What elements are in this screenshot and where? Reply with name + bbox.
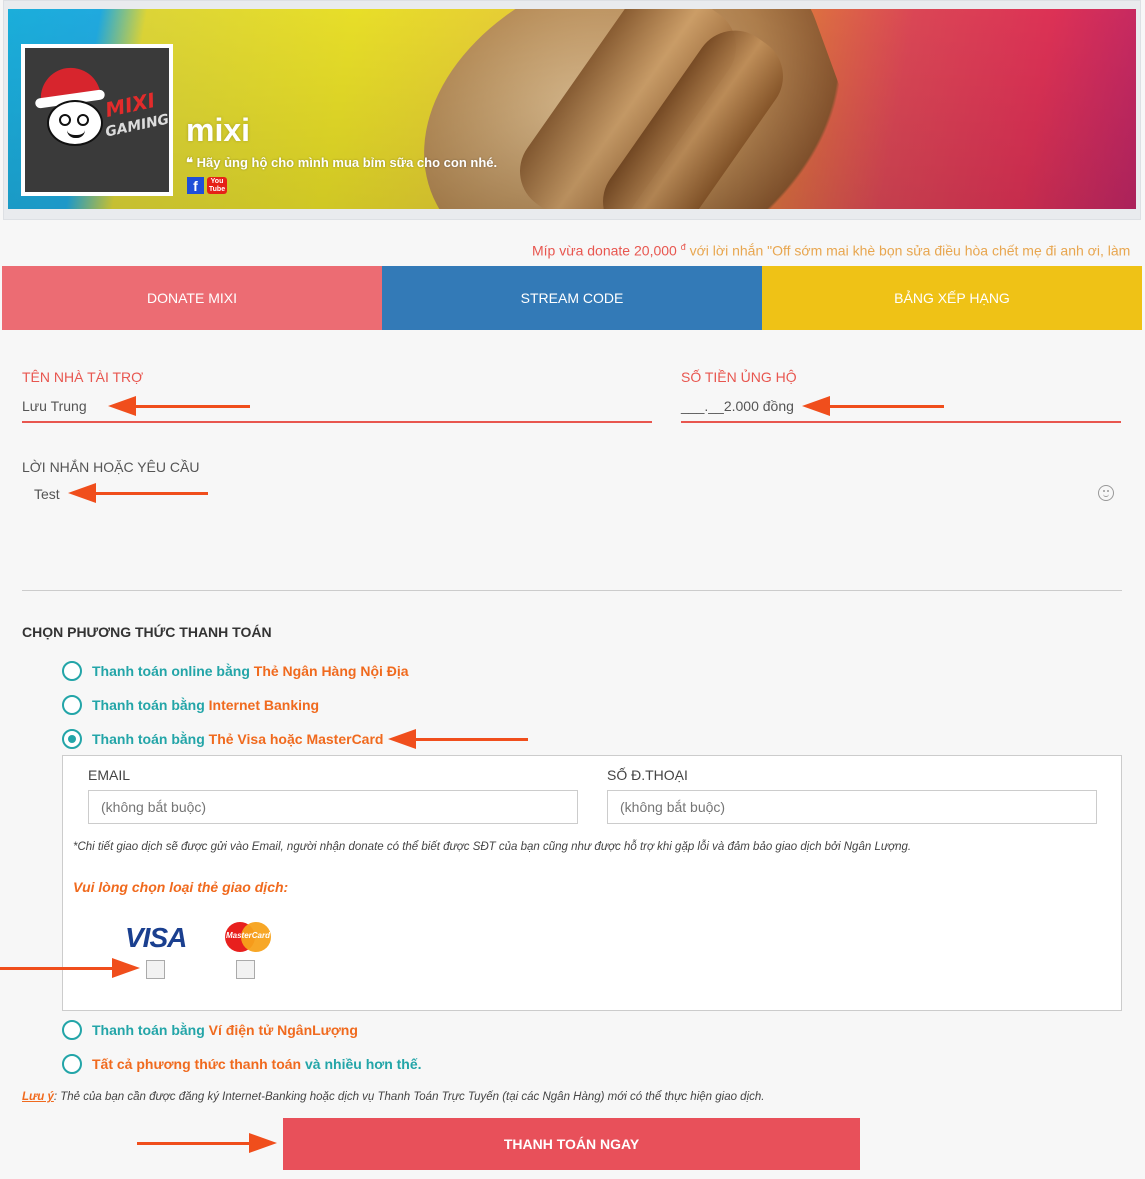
visa-checkbox[interactable] [146, 960, 165, 979]
radio-icon[interactable] [62, 661, 82, 681]
sponsor-underline [22, 421, 652, 423]
amount-label: SỐ TIỀN ỦNG HỘ [681, 369, 797, 385]
card-details-panel: EMAIL SỐ Đ.THOẠI *Chi tiết giao dịch sẽ … [62, 755, 1122, 1011]
profile-header [3, 0, 1141, 220]
card-type-prompt: Vui lòng chọn loại thẻ giao dịch: [73, 879, 289, 895]
radio-icon[interactable] [62, 695, 82, 715]
annotation-arrow-icon [68, 483, 208, 503]
avatar: MIXI GAMING [21, 44, 173, 196]
annotation-arrow-icon [108, 396, 250, 416]
payment-option-visa-mastercard[interactable]: Thanh toán bằng Thẻ Visa hoặc MasterCard [62, 729, 383, 749]
main-tabs: DONATE MIXI STREAM CODE BẢNG XẾP HẠNG [2, 266, 1142, 330]
sponsor-label: TÊN NHÀ TÀI TRỢ [22, 369, 144, 385]
amount-input[interactable]: ___.__2.000 đồng [681, 398, 794, 414]
email-field[interactable] [88, 790, 578, 824]
radio-icon[interactable] [62, 1020, 82, 1040]
annotation-arrow-icon [802, 396, 944, 416]
payment-note: Lưu ý: Thẻ của bạn cần được đăng ký Inte… [22, 1091, 765, 1103]
radio-icon[interactable] [62, 1054, 82, 1074]
payment-option-internet-banking[interactable]: Thanh toán bằng Internet Banking [62, 695, 319, 715]
ticker-name: Míp vừa donate [532, 242, 631, 259]
email-label: EMAIL [88, 767, 131, 783]
face-icon [47, 100, 103, 146]
youtube-icon[interactable]: You Tube [207, 177, 227, 194]
emoji-icon[interactable] [1098, 485, 1114, 501]
phone-label: SỐ Đ.THOẠI [607, 767, 688, 783]
sponsor-input[interactable]: Lưu Trung [22, 398, 87, 414]
facebook-icon[interactable]: f [187, 177, 204, 194]
tab-leaderboard[interactable]: BẢNG XẾP HẠNG [762, 266, 1142, 330]
email-note: *Chi tiết giao dịch sẽ được gửi vào Emai… [73, 841, 912, 853]
annotation-arrow-icon [0, 958, 140, 978]
donation-ticker: Míp vừa donate 20,000 đ với lời nhắn "Of… [532, 242, 1142, 259]
payment-option-all[interactable]: Tất cả phương thức thanh toán và nhiều h… [62, 1054, 422, 1074]
visa-logo-icon: VISA [125, 922, 187, 953]
message-textarea[interactable]: Test [34, 486, 60, 502]
tab-stream-code[interactable]: STREAM CODE [382, 266, 762, 330]
ticker-amount: 20,000 [634, 242, 677, 259]
annotation-arrow-icon [137, 1133, 277, 1153]
ticker-message: với lời nhắn "Off sớm mai khè bọn sửa đi… [689, 242, 1131, 259]
streamer-name: mixi [186, 112, 251, 148]
tab-donate[interactable]: DONATE MIXI [2, 266, 382, 330]
cover-image [8, 9, 1136, 209]
message-divider [22, 590, 1122, 591]
annotation-arrow-icon [388, 729, 528, 749]
streamer-quote: ❝ Hãy ủng hộ cho mình mua bỉm sữa cho co… [186, 155, 498, 170]
radio-checked-icon[interactable] [62, 729, 82, 749]
ticker-currency: đ [680, 242, 686, 252]
mastercard-logo-icon: MasterCard [225, 922, 271, 952]
mastercard-checkbox[interactable] [236, 960, 255, 979]
pay-now-button[interactable]: THANH TOÁN NGAY [283, 1118, 860, 1170]
message-label: LỜI NHẮN HOẶC YÊU CẦU [22, 459, 200, 475]
payment-option-ewallet[interactable]: Thanh toán bằng Ví điện tử NgânLượng [62, 1020, 358, 1040]
amount-underline [681, 421, 1121, 423]
phone-field[interactable] [607, 790, 1097, 824]
payment-title: CHỌN PHƯƠNG THỨC THANH TOÁN [22, 624, 272, 640]
social-links: f You Tube [187, 177, 227, 194]
payment-option-domestic-card[interactable]: Thanh toán online bằng Thẻ Ngân Hàng Nội… [62, 661, 409, 681]
